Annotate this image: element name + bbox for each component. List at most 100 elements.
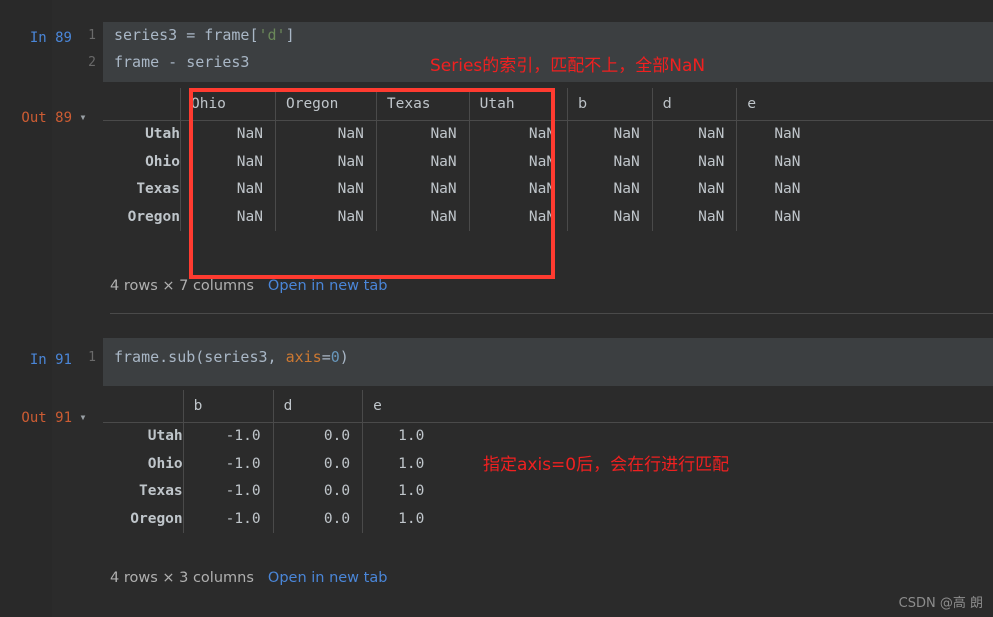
- table-cell: NaN: [567, 120, 653, 149]
- table-header-row: b d e: [103, 390, 993, 423]
- column-header-texas[interactable]: Texas: [375, 88, 470, 121]
- table-cell: NaN: [375, 148, 470, 176]
- table-cell: NaN: [468, 148, 568, 176]
- index-column-header: [103, 88, 181, 121]
- table-cell: 1.0: [362, 505, 993, 533]
- table-row[interactable]: Utah -1.0 0.0 1.0: [103, 422, 993, 451]
- column-header-d[interactable]: d: [272, 390, 363, 423]
- code-token: frame.sub(series3,: [114, 348, 286, 366]
- column-header-b[interactable]: b: [567, 88, 653, 121]
- table-cell: -1.0: [182, 478, 274, 506]
- table-cell: NaN: [274, 176, 377, 204]
- code-line-1: frame.sub(series3, axis=0): [103, 344, 993, 371]
- table-row[interactable]: Oregon NaN NaN NaN NaN NaN NaN NaN: [103, 203, 993, 231]
- table-row[interactable]: Ohio NaN NaN NaN NaN NaN NaN NaN: [103, 148, 993, 176]
- code-token: ): [339, 348, 349, 366]
- out-prompt-label: Out 89: [21, 110, 72, 126]
- cell-divider: [110, 313, 993, 314]
- table-cell: NaN: [468, 203, 568, 231]
- table-cell: NaN: [567, 148, 653, 176]
- index-column-header: [103, 390, 184, 423]
- column-header-ohio[interactable]: Ohio: [179, 88, 276, 121]
- table-cell: -1.0: [182, 505, 274, 533]
- table-cell: NaN: [375, 203, 470, 231]
- table-cell: NaN: [736, 176, 993, 204]
- table-cell: NaN: [274, 203, 377, 231]
- table-cell: 0.0: [272, 450, 363, 478]
- table-row[interactable]: Texas NaN NaN NaN NaN NaN NaN NaN: [103, 176, 993, 204]
- table-cell: -1.0: [182, 450, 274, 478]
- annotation-note-bottom: 指定axis=0后，会在行进行匹配: [483, 455, 730, 475]
- table-cell: NaN: [179, 176, 276, 204]
- table-cell: NaN: [736, 120, 993, 149]
- table-header-row: Ohio Oregon Texas Utah b d e: [103, 88, 993, 121]
- code-token-number: 0: [330, 348, 340, 366]
- row-index-label: Texas: [139, 483, 183, 499]
- chevron-down-icon[interactable]: ▾: [72, 410, 94, 424]
- table-cell: NaN: [736, 148, 993, 176]
- row-index-label: Ohio: [147, 455, 183, 472]
- code-token: series3 = frame[: [114, 26, 259, 44]
- table-header: Ohio Oregon Texas Utah b d e: [103, 88, 993, 121]
- table-cell: NaN: [651, 203, 737, 231]
- open-in-new-tab-link[interactable]: Open in new tab: [268, 570, 388, 586]
- column-header-e[interactable]: e: [362, 390, 993, 423]
- table-cell: NaN: [736, 203, 993, 231]
- line-number-gutter-89: 1 2: [70, 22, 96, 76]
- table-cell: 1.0: [362, 478, 993, 506]
- row-index-label: Utah: [145, 126, 180, 142]
- out-prompt-91: Out 91 ▾: [0, 410, 103, 426]
- table-cell: -1.0: [182, 422, 274, 451]
- table-header: b d e: [103, 390, 993, 423]
- table-cell: NaN: [567, 203, 653, 231]
- code-editor-91[interactable]: 1 frame.sub(series3, axis=0): [88, 338, 993, 386]
- table-cell: NaN: [375, 176, 470, 204]
- code-token: frame - series3: [114, 53, 250, 71]
- table-cell: 0.0: [272, 422, 363, 451]
- open-in-new-tab-link[interactable]: Open in new tab: [268, 278, 388, 294]
- table-cell: NaN: [651, 120, 737, 149]
- row-index-label: Texas: [136, 181, 180, 197]
- annotation-note-top: Series的索引，匹配不上，全部NaN: [430, 56, 706, 76]
- chevron-down-icon[interactable]: ▾: [72, 110, 94, 124]
- code-token-string: 'd': [258, 26, 286, 44]
- table-cell: NaN: [651, 148, 737, 176]
- out-prompt-label: Out 91: [21, 410, 72, 426]
- table-cell: 1.0: [362, 422, 993, 451]
- row-index-label: Utah: [147, 428, 183, 444]
- table-row[interactable]: Oregon -1.0 0.0 1.0: [103, 505, 993, 533]
- table-cell: NaN: [567, 176, 653, 204]
- dataframe-footer-91: 4 rows × 3 columns Open in new tab: [110, 570, 387, 586]
- table-cell: NaN: [179, 203, 276, 231]
- line-number-gutter-91: 1: [70, 344, 96, 371]
- table-cell: NaN: [375, 120, 470, 149]
- table-cell: NaN: [179, 120, 276, 149]
- row-index-label: Oregon: [127, 208, 180, 225]
- line-number: 1: [88, 350, 96, 365]
- left-gutter-strip: [0, 0, 52, 617]
- column-header-b[interactable]: b: [182, 390, 274, 423]
- table-cell: NaN: [468, 120, 568, 149]
- table-cell: NaN: [468, 176, 568, 204]
- dataframe-table-89: Ohio Oregon Texas Utah b d e Utah NaN Na…: [103, 88, 993, 231]
- line-number: 2: [88, 55, 96, 70]
- column-header-d[interactable]: d: [651, 88, 737, 121]
- dataframe-shape: 4 rows × 3 columns: [110, 570, 254, 586]
- table-row[interactable]: Texas -1.0 0.0 1.0: [103, 478, 993, 506]
- row-index-label: Oregon: [130, 510, 183, 527]
- table-row[interactable]: Utah NaN NaN NaN NaN NaN NaN NaN: [103, 120, 993, 149]
- notebook-root: In 89 1 2 series3 = frame['d'] frame - s…: [0, 0, 993, 617]
- column-header-utah[interactable]: Utah: [468, 88, 568, 121]
- table-cell: 0.0: [272, 478, 363, 506]
- table-cell: NaN: [651, 176, 737, 204]
- code-token-kwarg: axis: [285, 348, 322, 366]
- column-header-e[interactable]: e: [736, 88, 993, 121]
- column-header-oregon[interactable]: Oregon: [274, 88, 377, 121]
- table-cell: NaN: [179, 148, 276, 176]
- table-cell: NaN: [274, 120, 377, 149]
- table-body: Utah -1.0 0.0 1.0 Ohio -1.0 0.0 1.0 Texa…: [103, 422, 993, 533]
- row-index-label: Ohio: [145, 153, 180, 170]
- code-token: =: [321, 348, 331, 366]
- table-cell: NaN: [274, 148, 377, 176]
- in-prompt-label: In 91: [29, 352, 72, 368]
